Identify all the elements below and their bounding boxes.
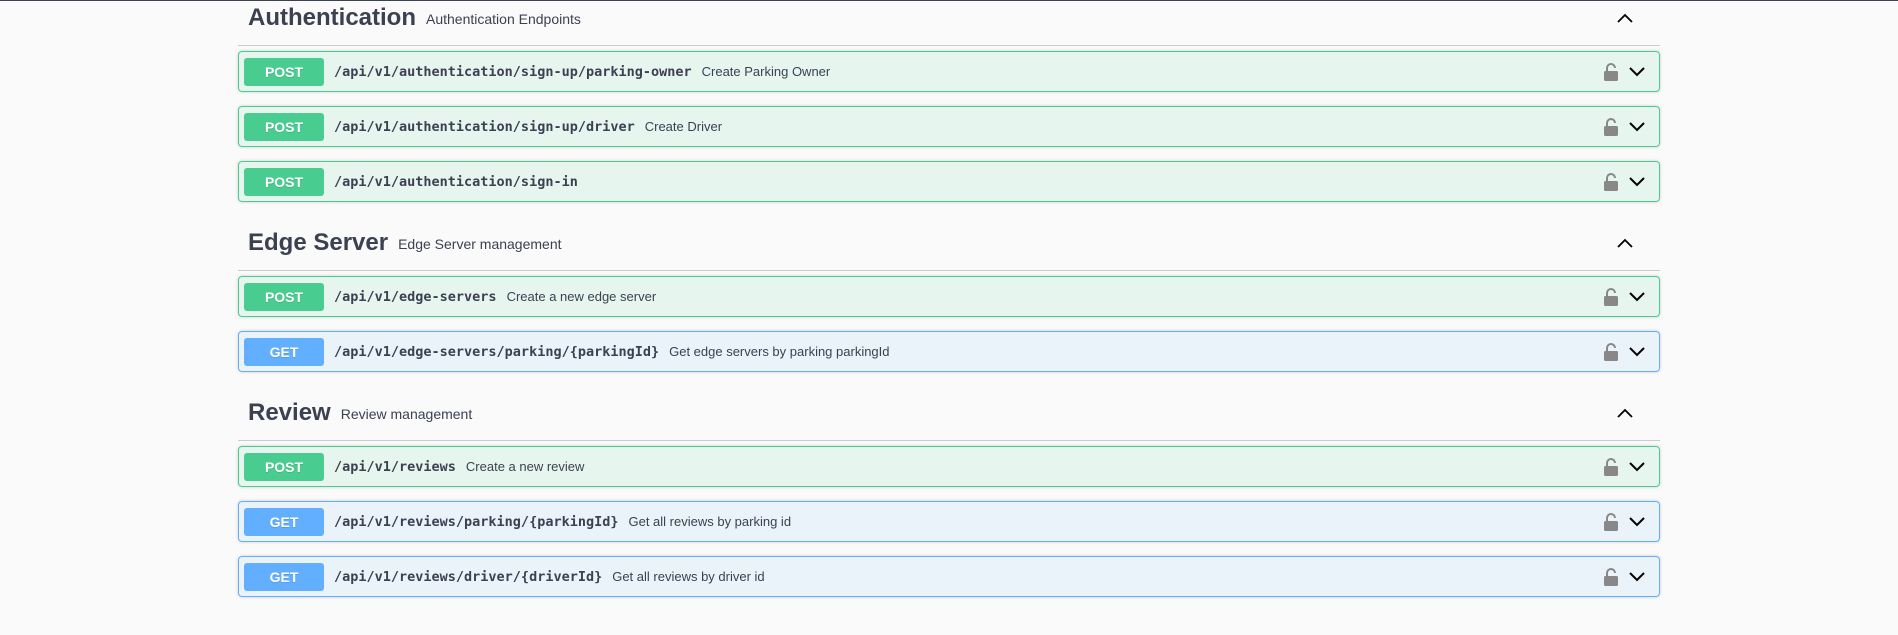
chevron-down-icon[interactable] bbox=[1627, 568, 1647, 586]
chevron-up-icon[interactable] bbox=[1614, 7, 1636, 29]
chevron-down-icon[interactable] bbox=[1627, 513, 1647, 531]
chevron-down-icon[interactable] bbox=[1627, 118, 1647, 136]
section-authentication: Authentication Authentication Endpoints … bbox=[238, 0, 1660, 202]
operation-path: /api/v1/reviews/driver/{driverId} bbox=[334, 568, 603, 585]
section-title: Review bbox=[248, 399, 331, 426]
chevron-down-icon[interactable] bbox=[1627, 288, 1647, 306]
operation-path: /api/v1/authentication/sign-up/parking-o… bbox=[334, 63, 692, 80]
operation-summary: Create Parking Owner bbox=[701, 64, 831, 79]
operation-summary: Create Driver bbox=[644, 119, 723, 134]
section-review: Review Review management POST /api/v1/re… bbox=[238, 386, 1660, 597]
lock-icon[interactable] bbox=[1603, 567, 1619, 587]
lock-icon[interactable] bbox=[1603, 287, 1619, 307]
api-operations-list: Authentication Authentication Endpoints … bbox=[238, 0, 1660, 611]
section-description: Authentication Endpoints bbox=[426, 11, 581, 27]
operation-path: /api/v1/reviews bbox=[334, 458, 456, 475]
operation-row[interactable]: POST /api/v1/authentication/sign-up/park… bbox=[238, 51, 1660, 92]
operation-row[interactable]: GET /api/v1/reviews/parking/{parkingId} … bbox=[238, 501, 1660, 542]
operation-row[interactable]: POST /api/v1/authentication/sign-in bbox=[238, 161, 1660, 202]
operation-path: /api/v1/reviews/parking/{parkingId} bbox=[334, 513, 619, 530]
chevron-up-icon[interactable] bbox=[1614, 402, 1636, 424]
method-badge: GET bbox=[244, 562, 324, 591]
operation-row[interactable]: POST /api/v1/authentication/sign-up/driv… bbox=[238, 106, 1660, 147]
method-badge: GET bbox=[244, 337, 324, 366]
operation-summary: Create a new review bbox=[465, 459, 585, 474]
lock-icon[interactable] bbox=[1603, 62, 1619, 82]
section-edge-server: Edge Server Edge Server management POST … bbox=[238, 216, 1660, 372]
section-header-authentication[interactable]: Authentication Authentication Endpoints bbox=[238, 0, 1660, 46]
method-badge: POST bbox=[244, 167, 324, 196]
chevron-down-icon[interactable] bbox=[1627, 458, 1647, 476]
method-badge: POST bbox=[244, 452, 324, 481]
lock-icon[interactable] bbox=[1603, 172, 1619, 192]
method-badge: POST bbox=[244, 57, 324, 86]
method-badge: GET bbox=[244, 507, 324, 536]
section-header-review[interactable]: Review Review management bbox=[238, 386, 1660, 441]
lock-icon[interactable] bbox=[1603, 342, 1619, 362]
chevron-down-icon[interactable] bbox=[1627, 173, 1647, 191]
lock-icon[interactable] bbox=[1603, 512, 1619, 532]
method-badge: POST bbox=[244, 282, 324, 311]
method-badge: POST bbox=[244, 112, 324, 141]
section-header-edge-server[interactable]: Edge Server Edge Server management bbox=[238, 216, 1660, 271]
operation-row[interactable]: GET /api/v1/edge-servers/parking/{parkin… bbox=[238, 331, 1660, 372]
operation-summary: Get all reviews by parking id bbox=[628, 514, 792, 529]
operation-path: /api/v1/authentication/sign-in bbox=[334, 173, 578, 190]
section-title: Authentication bbox=[248, 4, 416, 31]
operation-summary: Get all reviews by driver id bbox=[612, 569, 765, 584]
operation-row[interactable]: POST /api/v1/edge-servers Create a new e… bbox=[238, 276, 1660, 317]
operation-row[interactable]: GET /api/v1/reviews/driver/{driverId} Ge… bbox=[238, 556, 1660, 597]
operation-path: /api/v1/authentication/sign-up/driver bbox=[334, 118, 635, 135]
section-description: Edge Server management bbox=[398, 236, 562, 252]
operation-row[interactable]: POST /api/v1/reviews Create a new review bbox=[238, 446, 1660, 487]
lock-icon[interactable] bbox=[1603, 117, 1619, 137]
chevron-up-icon[interactable] bbox=[1614, 232, 1636, 254]
lock-icon[interactable] bbox=[1603, 457, 1619, 477]
section-title: Edge Server bbox=[248, 229, 389, 256]
chevron-down-icon[interactable] bbox=[1627, 343, 1647, 361]
operation-path: /api/v1/edge-servers bbox=[334, 288, 497, 305]
operation-path: /api/v1/edge-servers/parking/{parkingId} bbox=[334, 343, 660, 360]
section-description: Review management bbox=[340, 406, 473, 422]
chevron-down-icon[interactable] bbox=[1627, 63, 1647, 81]
operation-summary: Create a new edge server bbox=[506, 289, 657, 304]
operation-summary: Get edge servers by parking parkingId bbox=[669, 344, 890, 359]
